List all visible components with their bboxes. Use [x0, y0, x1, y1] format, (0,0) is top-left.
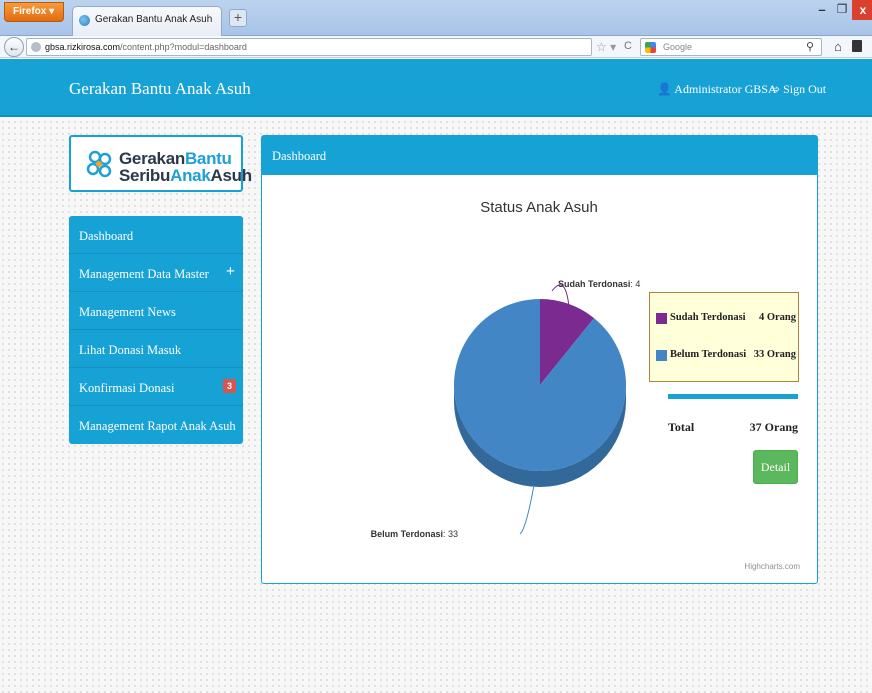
- sidebar-item-dashboard[interactable]: Dashboard: [69, 216, 243, 254]
- browser-navbar: ← gbsa.rizkirosa.com/content.php?modul=d…: [0, 36, 872, 58]
- legend-value: 33 Orang: [753, 349, 796, 360]
- window-close-icon[interactable]: x: [852, 0, 872, 20]
- reload-icon[interactable]: C: [624, 40, 632, 52]
- sidebar-menu: Dashboard Management Data Master + Manage…: [69, 216, 243, 444]
- pie-connector: [519, 484, 535, 535]
- sidebar-item-label: Dashboard: [79, 229, 134, 243]
- legend-swatch: [656, 350, 667, 361]
- user-menu[interactable]: 👤 Administrator GBSA: [657, 82, 777, 97]
- site-logo[interactable]: GerakanBantu SeribuAnakAsuh: [69, 135, 252, 192]
- url-bar[interactable]: gbsa.rizkirosa.com/content.php?modul=das…: [26, 38, 592, 56]
- browser-titlebar: Firefox ▾ Gerakan Bantu Anak Asuh + – ❐ …: [0, 0, 872, 36]
- notification-badge: 3: [223, 379, 236, 393]
- sidebar-item-rapot[interactable]: Management Rapot Anak Asuh: [69, 406, 243, 444]
- user-name: Administrator GBSA: [674, 82, 777, 96]
- legend-swatch: [656, 313, 667, 324]
- url-text: gbsa.rizkirosa.com/content.php?modul=das…: [45, 42, 247, 52]
- expand-plus-icon[interactable]: +: [226, 263, 235, 281]
- tab-title: Gerakan Bantu Anak Asuh: [95, 14, 213, 25]
- back-arrow-icon[interactable]: ←: [4, 37, 24, 57]
- extension-icon[interactable]: [852, 40, 862, 52]
- logo-word-seribu: Seribu: [119, 166, 171, 185]
- logo-word-anak: Anak: [170, 166, 211, 185]
- page-body: Gerakan Bantu Anak Asuh 👤 Administrator …: [0, 59, 872, 693]
- signout-icon: ⇨: [770, 82, 781, 96]
- sidebar-item-label: Management Data Master: [79, 267, 209, 281]
- legend-item-belum[interactable]: Belum Terdonasi 33 Orang: [656, 349, 796, 363]
- bookmark-star-icon[interactable]: ☆ ▾: [596, 40, 616, 54]
- home-icon[interactable]: ⌂: [834, 39, 842, 54]
- signout-link[interactable]: ⇨ Sign Out: [770, 82, 826, 97]
- site-identity-icon[interactable]: [31, 42, 41, 52]
- url-domain: gbsa.rizkirosa.com: [45, 42, 121, 52]
- site-header: Gerakan Bantu Anak Asuh 👤 Administrator …: [0, 59, 872, 117]
- signout-label: Sign Out: [783, 82, 827, 96]
- url-path: /content.php?modul=dashboard: [120, 42, 247, 52]
- sidebar-item-label: Management News: [79, 305, 176, 319]
- panel-heading: Dashboard: [262, 136, 817, 175]
- sidebar-item-data-master[interactable]: Management Data Master +: [69, 254, 243, 292]
- detail-button[interactable]: Detail: [753, 450, 798, 484]
- legend-label: Belum Terdonasi: [670, 349, 747, 360]
- sidebar-item-donasi-masuk[interactable]: Lihat Donasi Masuk: [69, 330, 243, 368]
- pie-slice-belum-terdonasi[interactable]: [454, 299, 626, 471]
- user-icon: 👤: [657, 82, 672, 96]
- total-divider: [668, 394, 798, 399]
- sidebar-item-news[interactable]: Management News: [69, 292, 243, 330]
- browser-tab[interactable]: Gerakan Bantu Anak Asuh: [72, 6, 222, 36]
- firefox-menu-button[interactable]: Firefox ▾: [4, 2, 64, 22]
- sidebar-item-label: Lihat Donasi Masuk: [79, 343, 182, 357]
- chart-credits[interactable]: Highcharts.com: [744, 562, 800, 571]
- sidebar-item-label: Konfirmasi Donasi: [79, 381, 175, 395]
- google-icon[interactable]: [645, 42, 656, 53]
- total-value: 37 Orang: [749, 420, 798, 434]
- logo-word-asuh: Asuh: [210, 166, 252, 185]
- chart-title: Status Anak Asuh: [480, 199, 598, 216]
- search-bar[interactable]: Google: [640, 38, 822, 56]
- legend-value: 4 Orang: [758, 312, 796, 323]
- chart-legend: Sudah Terdonasi 4 Orang Belum Terdonasi …: [649, 292, 799, 382]
- firefox-menu-label: Firefox: [13, 6, 47, 17]
- dashboard-panel: Dashboard Status Anak Asuh Sudah Terdona…: [261, 135, 818, 584]
- legend-item-sudah[interactable]: Sudah Terdonasi 4 Orang: [656, 312, 796, 326]
- minimize-icon[interactable]: –: [812, 2, 832, 20]
- site-title[interactable]: Gerakan Bantu Anak Asuh: [69, 79, 251, 99]
- logo-text-line2: SeribuAnakAsuh: [119, 166, 252, 186]
- total-label: Total: [668, 420, 695, 434]
- pie-data-label: Belum Terdonasi: 33: [371, 529, 458, 539]
- search-placeholder: Google: [663, 42, 693, 52]
- legend-label: Sudah Terdonasi: [670, 312, 746, 323]
- pie-data-label: Sudah Terdonasi: 4: [558, 279, 640, 289]
- favicon-icon: [79, 15, 90, 26]
- sidebar-item-konfirmasi-donasi[interactable]: Konfirmasi Donasi 3: [69, 368, 243, 406]
- restore-icon[interactable]: ❐: [832, 2, 852, 20]
- logo-icon: [86, 150, 112, 178]
- search-icon[interactable]: ⚲: [806, 40, 814, 53]
- new-tab-button[interactable]: +: [229, 9, 247, 27]
- sidebar-item-label: Management Rapot Anak Asuh: [79, 419, 236, 433]
